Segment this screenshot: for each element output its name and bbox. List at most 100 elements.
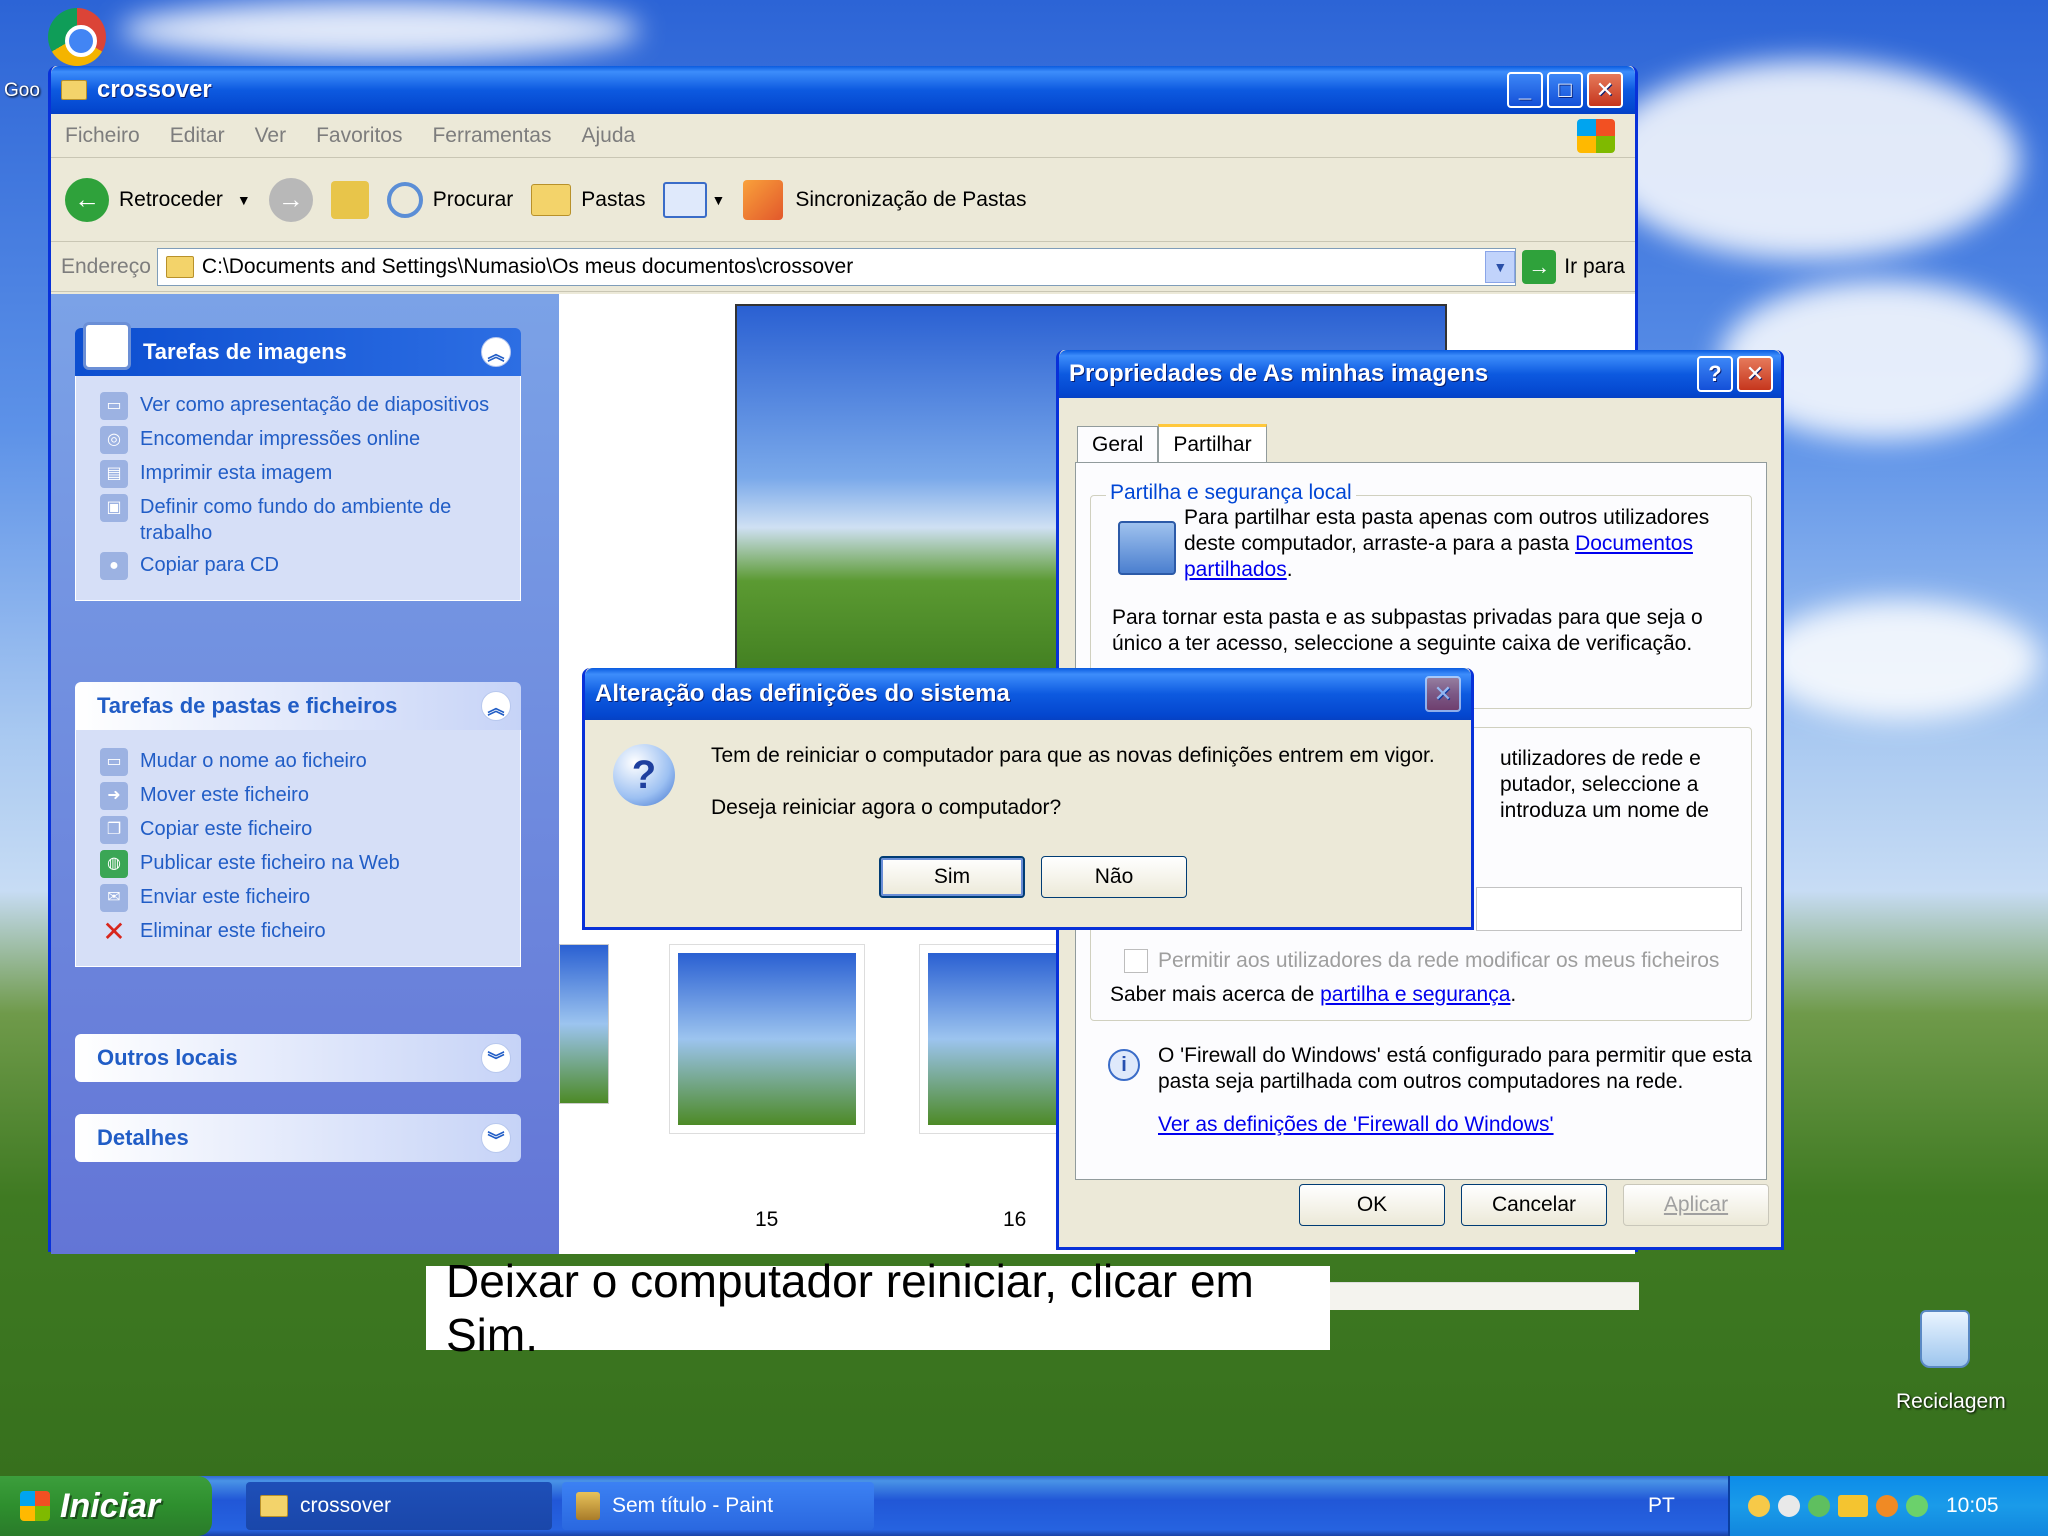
close-button[interactable]: ✕ bbox=[1587, 72, 1623, 108]
yes-button[interactable]: Sim bbox=[879, 856, 1025, 898]
views-button[interactable]: ▼ bbox=[663, 181, 725, 218]
task-set-background[interactable]: ▣ Definir como fundo do ambiente de traba… bbox=[100, 494, 506, 546]
network-icon[interactable] bbox=[1808, 1495, 1830, 1517]
keyboard-icon[interactable] bbox=[1838, 1495, 1868, 1517]
address-label: Endereço bbox=[61, 254, 151, 278]
chrome-icon[interactable] bbox=[48, 8, 106, 66]
address-input[interactable]: C:\Documents and Settings\Numasio\Os meu… bbox=[156, 247, 1517, 286]
task-label: Sem título - Paint bbox=[612, 1494, 774, 1517]
tab-geral[interactable]: Geral bbox=[1077, 426, 1159, 463]
other-places-header[interactable]: Outros locais ︾ bbox=[75, 1034, 521, 1082]
thumbnail-15[interactable] bbox=[669, 944, 865, 1134]
update-icon[interactable] bbox=[1876, 1495, 1898, 1517]
sharing-security-link[interactable]: partilha e segurança bbox=[1320, 983, 1510, 1006]
task-crossover[interactable]: crossover bbox=[246, 1482, 552, 1530]
go-label: Ir para bbox=[1564, 254, 1625, 278]
no-button[interactable]: Não bbox=[1041, 856, 1187, 898]
close-button[interactable]: ✕ bbox=[1737, 356, 1773, 392]
local-sharing-title: Partilha e segurança local bbox=[1106, 481, 1356, 505]
sync-button[interactable]: Sincronização de Pastas bbox=[743, 179, 1026, 220]
minimize-button[interactable]: _ bbox=[1507, 72, 1543, 108]
printer-icon: ▤ bbox=[100, 460, 128, 488]
menu-bar: Ficheiro Editar Ver Favoritos Ferramenta… bbox=[51, 114, 1635, 158]
file-tasks-header[interactable]: Tarefas de pastas e ficheiros ︽ bbox=[75, 682, 521, 730]
address-bar: Endereço C:\Documents and Settings\Numas… bbox=[51, 242, 1635, 292]
allow-modify-checkbox[interactable] bbox=[1124, 949, 1148, 973]
help-button[interactable]: ? bbox=[1697, 356, 1733, 392]
menu-ver[interactable]: Ver bbox=[255, 124, 287, 148]
firewall-text: O 'Firewall do Windows' está configurado… bbox=[1158, 1044, 1752, 1093]
task-slideshow[interactable]: ▭ Ver como apresentação de diapositivos bbox=[100, 392, 506, 420]
details-header[interactable]: Detalhes ︾ bbox=[75, 1114, 521, 1162]
address-dropdown-icon[interactable]: ▼ bbox=[1485, 250, 1516, 283]
shield-icon[interactable] bbox=[1748, 1495, 1770, 1517]
tab-partilhar[interactable]: Partilhar bbox=[1158, 424, 1267, 467]
expand-icon[interactable]: ︾ bbox=[481, 1123, 511, 1153]
cancel-button[interactable]: Cancelar bbox=[1461, 1184, 1607, 1226]
learn-more-label: Saber mais acerca de bbox=[1110, 983, 1315, 1006]
firewall-settings-link[interactable]: Ver as definições de 'Firewall do Window… bbox=[1158, 1113, 1554, 1137]
task-label: Copiar para CD bbox=[140, 554, 279, 576]
task-paint[interactable]: Sem título - Paint bbox=[562, 1482, 874, 1530]
clock[interactable]: 10:05 bbox=[1946, 1494, 1999, 1518]
back-arrow-icon: ← bbox=[65, 177, 109, 222]
search-label: Procurar bbox=[432, 187, 514, 211]
forward-arrow-icon[interactable]: → bbox=[268, 177, 313, 222]
folder-up-icon[interactable] bbox=[330, 180, 369, 219]
task-label: Ver como apresentação de diapositivos bbox=[140, 394, 490, 416]
volume-icon[interactable] bbox=[1778, 1495, 1800, 1517]
language-indicator[interactable]: PT bbox=[1648, 1494, 1675, 1518]
tab-strip: Geral Partilhar bbox=[1077, 420, 1267, 467]
task-label: Enviar este ficheiro bbox=[140, 886, 311, 908]
network-text-3: introduza um nome de bbox=[1500, 799, 1709, 822]
task-order-prints[interactable]: ◎ Encomendar impressões online bbox=[100, 426, 506, 454]
menu-favoritos[interactable]: Favoritos bbox=[316, 124, 402, 148]
ok-button[interactable]: OK bbox=[1299, 1184, 1445, 1226]
menu-ficheiro[interactable]: Ficheiro bbox=[65, 124, 140, 148]
search-button[interactable]: Procurar bbox=[386, 181, 514, 218]
globe-icon: ◎ bbox=[100, 426, 128, 454]
task-send[interactable]: ✉ Enviar este ficheiro bbox=[100, 884, 506, 912]
task-copy[interactable]: ❐ Copiar este ficheiro bbox=[100, 816, 506, 844]
other-places-panel: Outros locais ︾ bbox=[75, 1034, 521, 1082]
task-label: Eliminar este ficheiro bbox=[140, 920, 326, 942]
task-move[interactable]: ➜ Mover este ficheiro bbox=[100, 782, 506, 810]
thumbnail-label-15: 15 bbox=[755, 1208, 779, 1231]
expand-icon[interactable]: ︾ bbox=[481, 1043, 511, 1073]
recycle-bin-icon[interactable] bbox=[1920, 1310, 1970, 1368]
menu-ajuda[interactable]: Ajuda bbox=[582, 124, 636, 148]
maximize-button[interactable]: □ bbox=[1547, 72, 1583, 108]
menu-editar[interactable]: Editar bbox=[170, 124, 225, 148]
thumbnail[interactable] bbox=[559, 944, 609, 1104]
task-copy-cd[interactable]: ● Copiar para CD bbox=[100, 552, 506, 580]
start-button[interactable]: Iniciar bbox=[0, 1476, 212, 1536]
alert-titlebar[interactable]: Alteração das definições do sistema ✕ bbox=[585, 668, 1471, 720]
messenger-icon[interactable] bbox=[1906, 1495, 1928, 1517]
image-tasks-header[interactable]: Tarefas de imagens ︽ bbox=[75, 322, 521, 376]
folders-icon bbox=[531, 183, 572, 216]
collapse-icon[interactable]: ︽ bbox=[481, 337, 511, 367]
apply-button[interactable]: Aplicar bbox=[1623, 1184, 1769, 1226]
task-label: Mudar o nome ao ficheiro bbox=[140, 750, 367, 772]
task-publish[interactable]: ◍ Publicar este ficheiro na Web bbox=[100, 850, 506, 878]
alert-title: Alteração das definições do sistema bbox=[595, 680, 1010, 707]
network-text-1: utilizadores de rede e bbox=[1500, 747, 1701, 770]
allow-modify-label: Permitir aos utilizadores da rede modifi… bbox=[1158, 949, 1720, 972]
back-button[interactable]: ← Retroceder ▼ bbox=[65, 177, 251, 222]
task-rename[interactable]: ▭ Mudar o nome ao ficheiro bbox=[100, 748, 506, 776]
question-icon: ? bbox=[613, 744, 675, 806]
task-print[interactable]: ▤ Imprimir esta imagem bbox=[100, 460, 506, 488]
instruction-caption: Deixar o computador reiniciar, clicar em… bbox=[426, 1255, 1330, 1361]
folders-button[interactable]: Pastas bbox=[531, 183, 646, 216]
explorer-titlebar[interactable]: crossover _ □ ✕ bbox=[51, 66, 1635, 114]
chevron-down-icon[interactable]: ▼ bbox=[237, 192, 251, 208]
go-button[interactable]: → Ir para bbox=[1522, 249, 1625, 284]
task-delete[interactable]: ✕ Eliminar este ficheiro bbox=[100, 918, 506, 946]
close-button[interactable]: ✕ bbox=[1425, 676, 1461, 712]
menu-ferramentas[interactable]: Ferramentas bbox=[432, 124, 551, 148]
properties-titlebar[interactable]: Propriedades de As minhas imagens ? ✕ bbox=[1059, 350, 1781, 398]
share-name-input[interactable] bbox=[1476, 887, 1742, 931]
folders-label: Pastas bbox=[581, 187, 646, 211]
task-label: Copiar este ficheiro bbox=[140, 818, 313, 840]
collapse-icon[interactable]: ︽ bbox=[481, 691, 511, 721]
